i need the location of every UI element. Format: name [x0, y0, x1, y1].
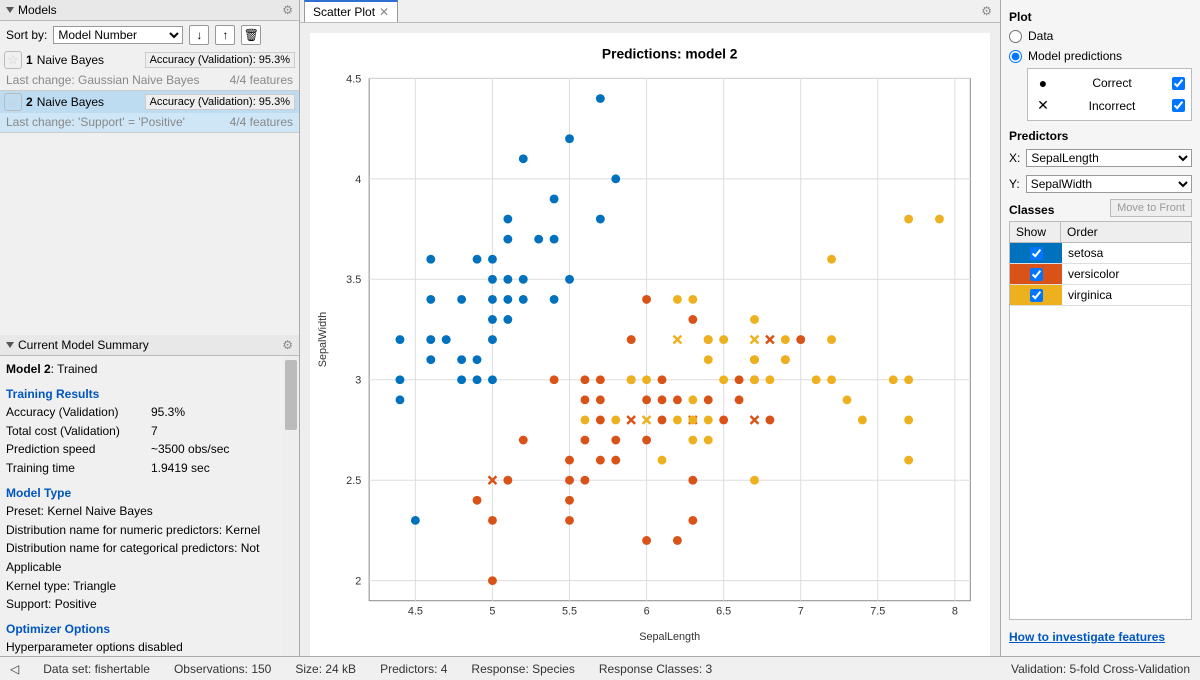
delete-button[interactable]: 🗑	[241, 25, 261, 45]
status-go-left[interactable]: ◁	[10, 662, 19, 676]
x-predictor-select[interactable]: SepalLength	[1026, 149, 1192, 167]
model-item[interactable]: ☆ 2 Naive Bayes Accuracy (Validation): 9…	[0, 91, 299, 133]
svg-text:6: 6	[644, 606, 650, 618]
predictors-section-label: Predictors	[1009, 129, 1192, 143]
center-panel: Scatter Plot ✕ ⚙ 4.5 5 5.5 6 6.5 7 7.5 8 2 2.5 3 3.…	[300, 0, 1000, 656]
star-icon[interactable]: ☆	[4, 51, 22, 69]
right-panel: Plot Data Model predictions ●Correct ✕In…	[1000, 0, 1200, 656]
tab-bar: Scatter Plot ✕ ⚙	[300, 0, 1000, 23]
sort-select[interactable]: Model Number	[53, 26, 183, 44]
svg-text:7.5: 7.5	[870, 606, 885, 618]
model-type-label: Model Type	[6, 484, 277, 503]
summary-header-label: Current Model Summary	[18, 338, 149, 352]
models-panel-header: Models ⚙	[0, 0, 299, 21]
move-to-front-button[interactable]: Move to Front	[1110, 199, 1192, 217]
sort-up-button[interactable]: ↑	[215, 25, 235, 45]
svg-text:4: 4	[355, 174, 361, 186]
svg-text:6.5: 6.5	[716, 606, 731, 618]
svg-text:5: 5	[489, 606, 495, 618]
svg-text:3: 3	[355, 375, 361, 387]
classes-table: Show Order setosa versicolor virginica	[1009, 221, 1192, 620]
models-header-label: Models	[18, 3, 57, 17]
svg-text:8: 8	[952, 606, 958, 618]
status-bar: ◁ Data set: fishertable Observations: 15…	[0, 656, 1200, 680]
class-show-checkbox[interactable]	[1010, 243, 1062, 263]
models-list: ☆ 1 Naive Bayes Accuracy (Validation): 9…	[0, 49, 299, 133]
svg-text:2: 2	[355, 576, 361, 588]
svg-text:4.5: 4.5	[408, 606, 423, 618]
star-icon[interactable]: ☆	[4, 93, 22, 111]
gear-icon[interactable]: ⚙	[282, 338, 293, 352]
class-show-checkbox[interactable]	[1010, 285, 1062, 305]
collapse-icon[interactable]	[6, 7, 14, 13]
training-results-label: Training Results	[6, 385, 277, 404]
prediction-legend: ●Correct ✕Incorrect	[1027, 68, 1192, 121]
summary-panel-header: Current Model Summary ⚙	[0, 335, 299, 356]
radio-data[interactable]: Data	[1009, 28, 1192, 44]
class-row[interactable]: versicolor	[1010, 264, 1191, 285]
investigate-features-link[interactable]: How to investigate features	[1009, 624, 1192, 650]
gear-icon[interactable]: ⚙	[981, 4, 992, 18]
collapse-icon[interactable]	[6, 342, 14, 348]
svg-text:2.5: 2.5	[346, 475, 361, 487]
svg-text:3.5: 3.5	[346, 274, 361, 286]
sort-label: Sort by:	[6, 28, 47, 42]
y-predictor-select[interactable]: SepalWidth	[1026, 175, 1192, 193]
plot-section-label: Plot	[1009, 10, 1192, 24]
svg-text:Predictions: model 2: Predictions: model 2	[602, 47, 738, 62]
summary-scrollbar[interactable]	[283, 356, 299, 656]
sort-row: Sort by: Model Number ↓ ↑ 🗑	[0, 21, 299, 49]
sort-down-button[interactable]: ↓	[189, 25, 209, 45]
model-item[interactable]: ☆ 1 Naive Bayes Accuracy (Validation): 9…	[0, 49, 299, 91]
scatter-plot: 4.5 5 5.5 6 6.5 7 7.5 8 2 2.5 3 3.5 4 4.5 Predictions:…	[310, 33, 990, 656]
incorrect-checkbox[interactable]	[1172, 99, 1185, 112]
radio-model-predictions[interactable]: Model predictions	[1009, 48, 1192, 64]
class-show-checkbox[interactable]	[1010, 264, 1062, 284]
class-row[interactable]: setosa	[1010, 243, 1191, 264]
dot-icon: ●	[1034, 75, 1052, 91]
svg-text:SepalWidth: SepalWidth	[317, 312, 329, 367]
tab-scatter-plot[interactable]: Scatter Plot ✕	[304, 0, 398, 22]
summary-panel: Model 2: Trained Training Results Accura…	[0, 356, 299, 656]
svg-text:7: 7	[798, 606, 804, 618]
svg-text:4.5: 4.5	[346, 73, 361, 85]
x-icon: ✕	[1034, 97, 1052, 114]
optimizer-label: Optimizer Options	[6, 620, 277, 639]
close-icon[interactable]: ✕	[379, 5, 389, 19]
class-row[interactable]: virginica	[1010, 285, 1191, 306]
summary-content: Model 2: Trained Training Results Accura…	[0, 356, 283, 656]
classes-section-label: Classes	[1009, 203, 1054, 217]
svg-text:5.5: 5.5	[562, 606, 577, 618]
svg-text:SepalLength: SepalLength	[639, 631, 700, 643]
correct-checkbox[interactable]	[1172, 77, 1185, 90]
left-panel: Models ⚙ Sort by: Model Number ↓ ↑ 🗑 ☆ 1…	[0, 0, 300, 656]
gear-icon[interactable]: ⚙	[282, 3, 293, 17]
